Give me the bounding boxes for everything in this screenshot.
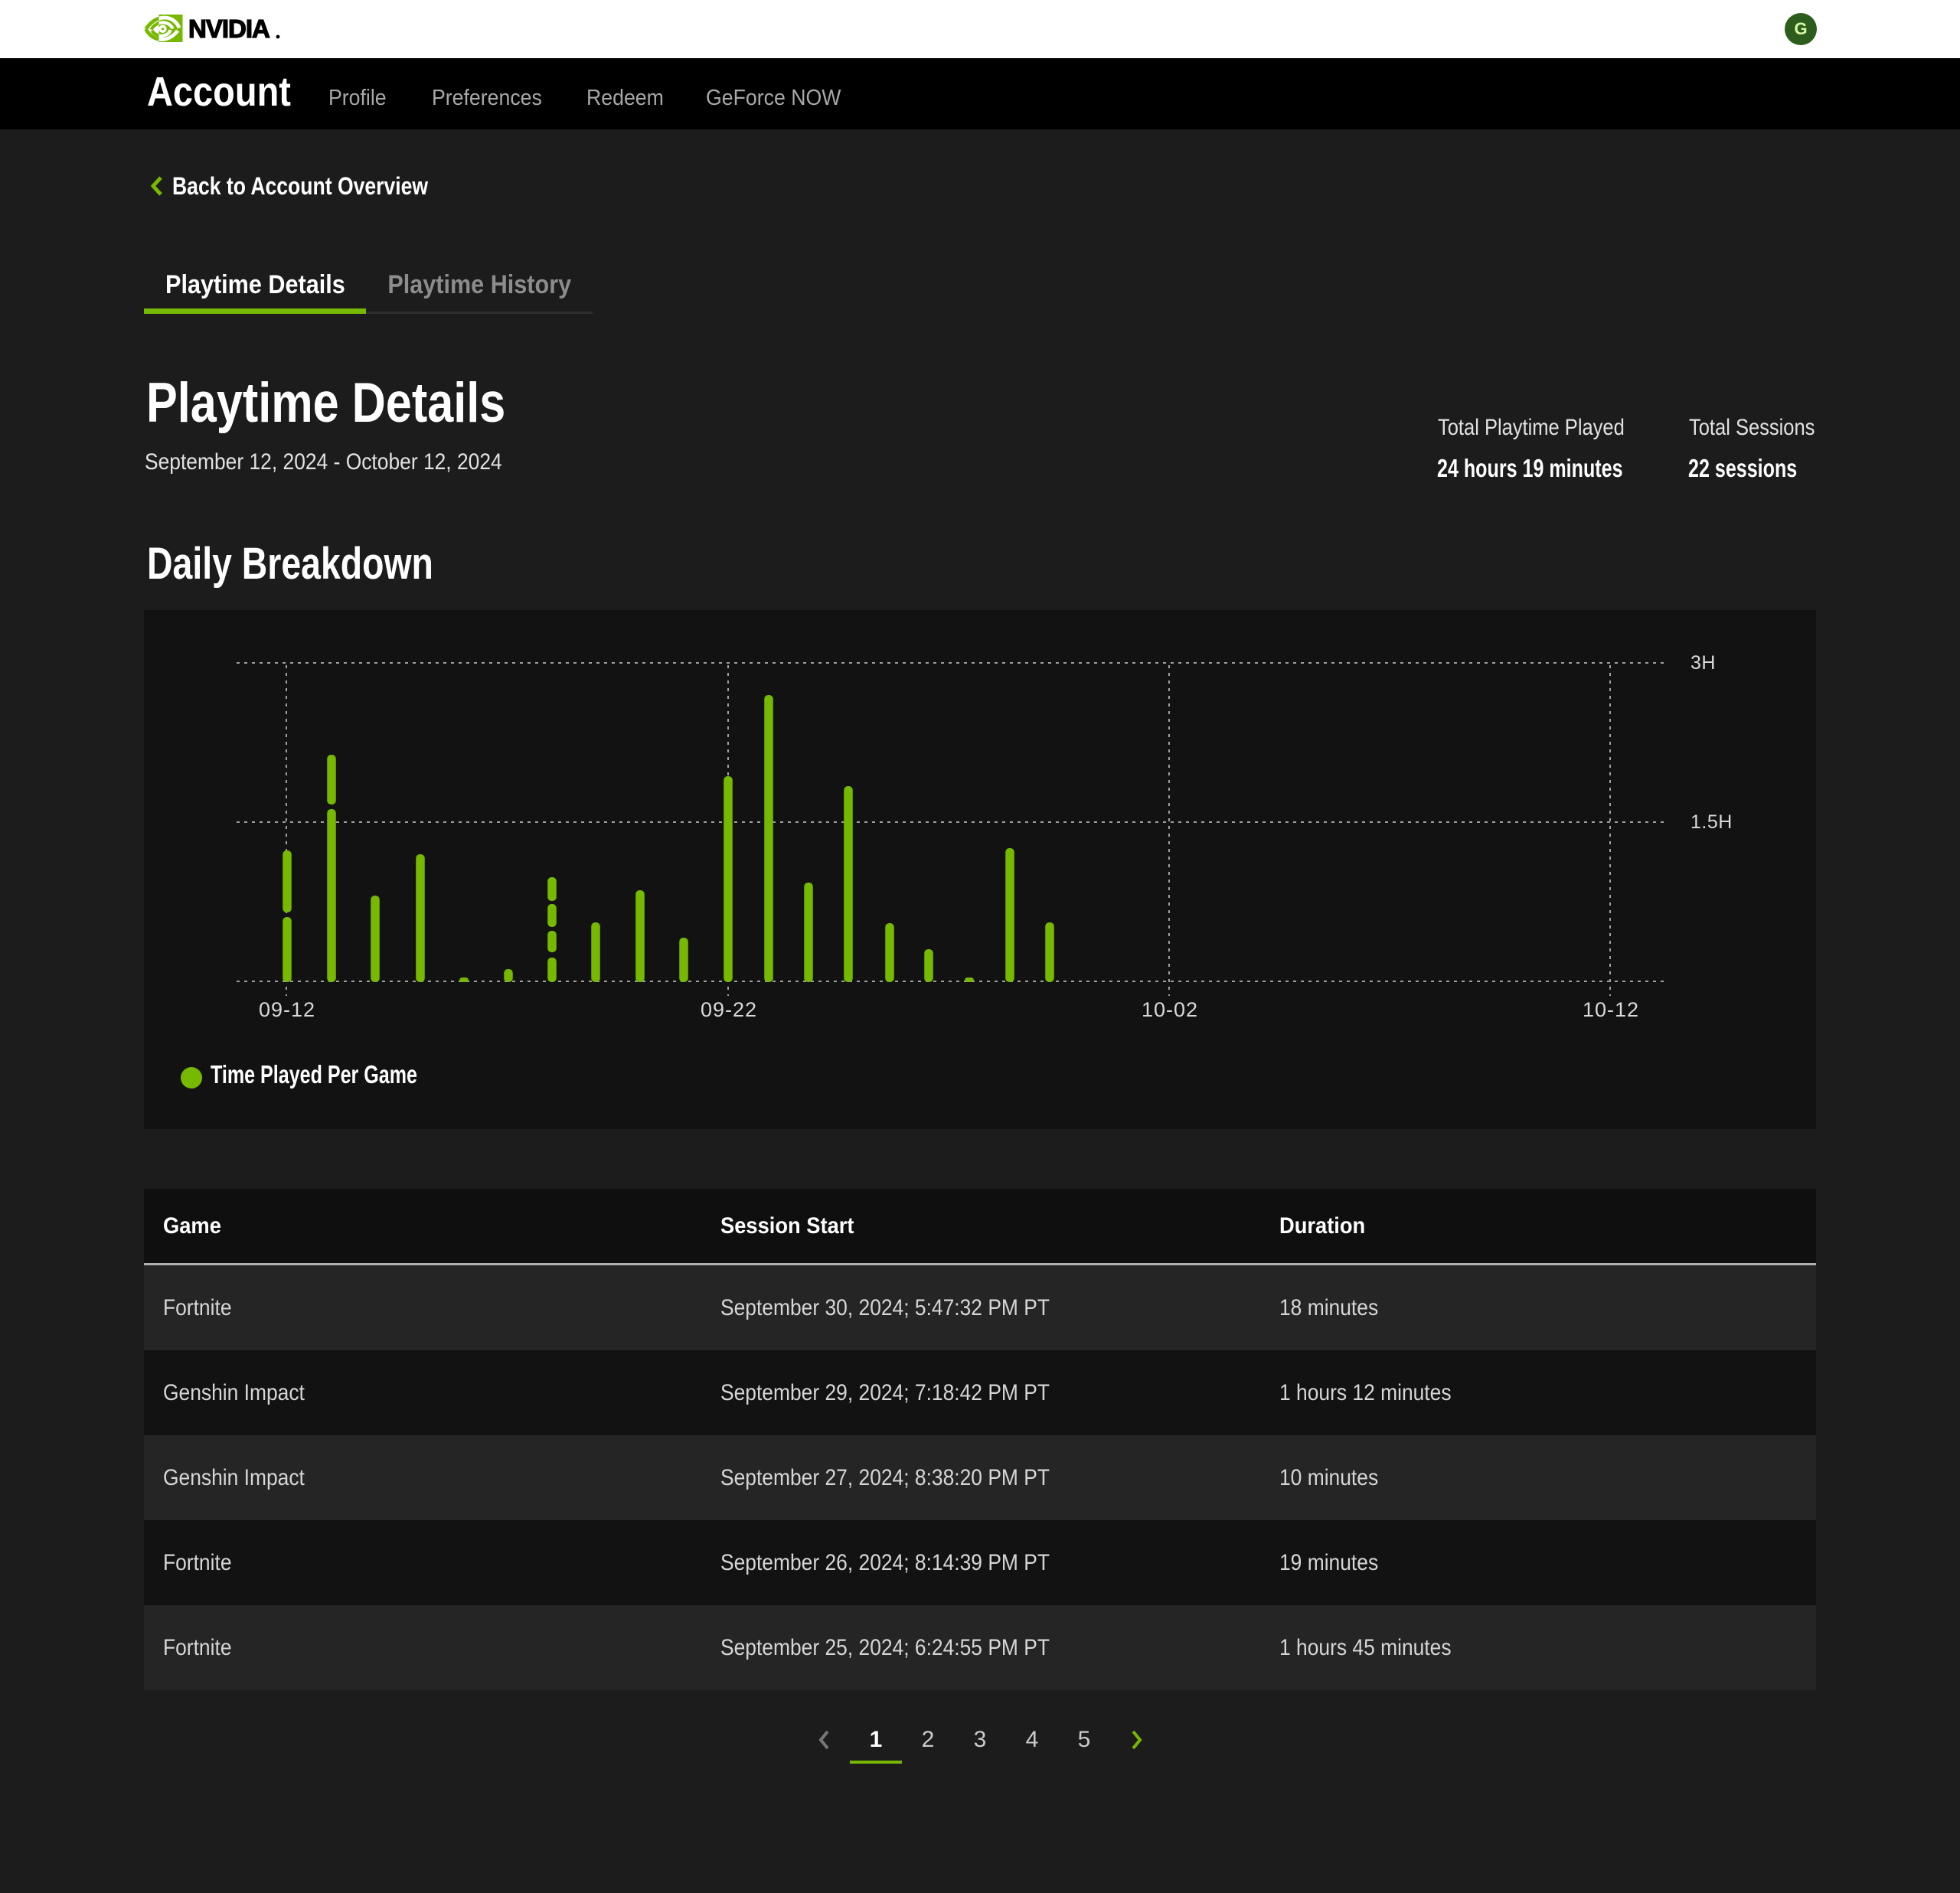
svg-text:3H: 3H <box>1690 652 1716 674</box>
svg-text:10-12: 10-12 <box>1583 998 1639 1021</box>
svg-text:10-02: 10-02 <box>1142 998 1198 1021</box>
svg-text:09-22: 09-22 <box>701 998 757 1021</box>
svg-text:1.5H: 1.5H <box>1690 811 1733 833</box>
svg-text:09-12: 09-12 <box>259 998 315 1021</box>
svg-text:NVIDIA: NVIDIA <box>188 15 270 43</box>
